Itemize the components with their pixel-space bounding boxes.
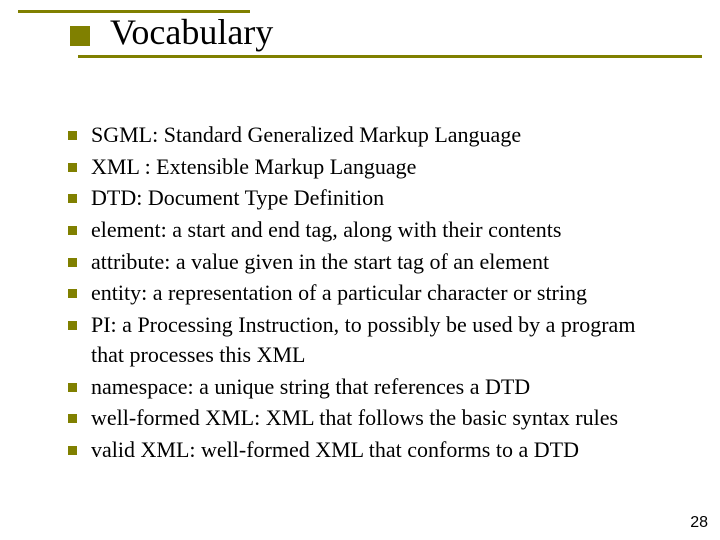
bullet-square-icon — [68, 383, 77, 392]
title-square-icon — [70, 26, 90, 46]
list-item: XML : Extensible Markup Language — [68, 152, 660, 182]
list-item: entity: a representation of a particular… — [68, 278, 660, 308]
list-item: valid XML: well-formed XML that conforms… — [68, 435, 660, 465]
bullet-square-icon — [68, 258, 77, 267]
list-item: DTD: Document Type Definition — [68, 183, 660, 213]
list-item-text: attribute: a value given in the start ta… — [91, 247, 660, 277]
list-item-text: valid XML: well-formed XML that conforms… — [91, 435, 660, 465]
bullet-square-icon — [68, 131, 77, 140]
list-item-text: entity: a representation of a particular… — [91, 278, 660, 308]
list-item-text: element: a start and end tag, along with… — [91, 215, 660, 245]
bullet-list: SGML: Standard Generalized Markup Langua… — [68, 120, 660, 467]
list-item-text: SGML: Standard Generalized Markup Langua… — [91, 120, 660, 150]
bullet-square-icon — [68, 446, 77, 455]
list-item-text: DTD: Document Type Definition — [91, 183, 660, 213]
slide-title: Vocabulary — [110, 11, 273, 53]
title-bar: Vocabulary — [0, 13, 720, 53]
list-item-text: PI: a Processing Instruction, to possibl… — [91, 310, 660, 369]
title-rule-bottom — [78, 55, 702, 58]
bullet-square-icon — [68, 321, 77, 330]
list-item: element: a start and end tag, along with… — [68, 215, 660, 245]
list-item-text: well-formed XML: XML that follows the ba… — [91, 403, 660, 433]
slide: Vocabulary SGML: Standard Generalized Ma… — [0, 0, 720, 540]
title-block: Vocabulary — [0, 10, 720, 58]
list-item: attribute: a value given in the start ta… — [68, 247, 660, 277]
list-item: PI: a Processing Instruction, to possibl… — [68, 310, 660, 369]
bullet-square-icon — [68, 414, 77, 423]
list-item: well-formed XML: XML that follows the ba… — [68, 403, 660, 433]
bullet-square-icon — [68, 226, 77, 235]
bullet-square-icon — [68, 163, 77, 172]
list-item-text: XML : Extensible Markup Language — [91, 152, 660, 182]
bullet-square-icon — [68, 289, 77, 298]
bullet-square-icon — [68, 194, 77, 203]
list-item-text: namespace: a unique string that referenc… — [91, 372, 660, 402]
page-number: 28 — [690, 514, 708, 532]
list-item: SGML: Standard Generalized Markup Langua… — [68, 120, 660, 150]
list-item: namespace: a unique string that referenc… — [68, 372, 660, 402]
